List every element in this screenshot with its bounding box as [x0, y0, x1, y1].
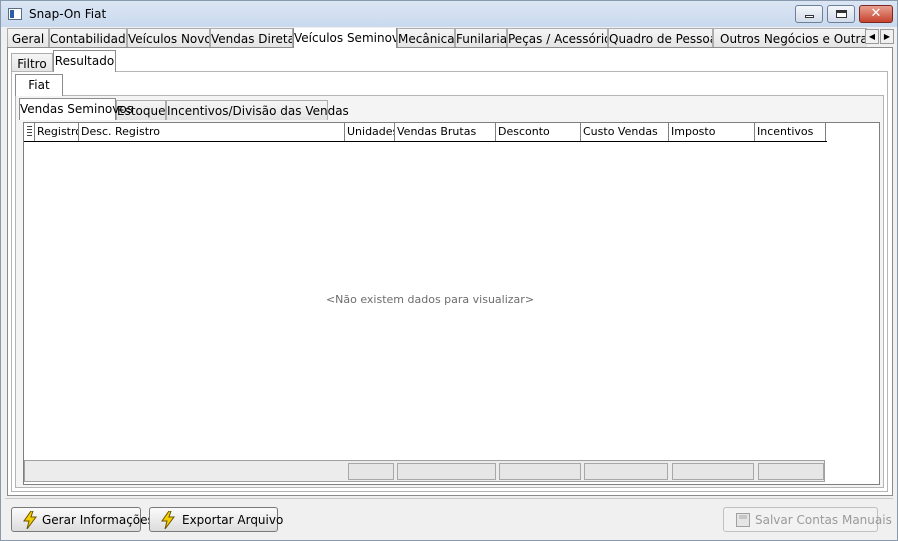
- column-header-imposto[interactable]: Imposto: [669, 123, 755, 141]
- tab-scroll-arrows: ◀ ▶: [865, 29, 895, 44]
- app-window: Snap-On Fiat ✕ Geral Contabilidade Veícu…: [0, 0, 898, 541]
- exportar-arquivo-label: Exportar Arquivo: [182, 513, 284, 527]
- column-header-incentivos[interactable]: Incentivos: [755, 123, 826, 141]
- column-header-custo-vendas[interactable]: Custo Vendas: [581, 123, 669, 141]
- tab-filtro[interactable]: Filtro: [11, 53, 53, 73]
- footer-cell-incentivos: [758, 463, 824, 480]
- maximize-button[interactable]: [827, 5, 855, 23]
- tab-pecas-acessorios[interactable]: Peças / Acessórios: [507, 28, 608, 48]
- save-disk-icon: [736, 513, 750, 527]
- tab-contabilidade[interactable]: Contabilidade: [49, 28, 127, 48]
- exportar-arquivo-button[interactable]: Exportar Arquivo: [149, 507, 283, 532]
- tab-funilaria[interactable]: Funilaria: [455, 28, 507, 48]
- grid-header: Registro Desc. Registro Unidades Vendas …: [24, 123, 827, 142]
- close-icon: ✕: [870, 6, 882, 21]
- tab-fiat[interactable]: Fiat: [15, 74, 63, 96]
- grid-summary-footer: [24, 460, 825, 482]
- tab-vendas-seminovos[interactable]: Vendas Seminovos: [19, 98, 133, 120]
- module-tab-strip: Geral Contabilidade Veículos Novos Venda…: [7, 28, 867, 48]
- gerar-informacoes-label: Gerar Informações: [42, 513, 154, 527]
- tab-quadro-de-pessoas[interactable]: Quadro de Pessoas: [608, 28, 713, 48]
- tab-veiculos-novos[interactable]: Veículos Novos: [127, 28, 210, 48]
- scroll-left-icon[interactable]: ◀: [865, 29, 879, 44]
- maximize-icon: [836, 10, 847, 18]
- close-button[interactable]: ✕: [859, 5, 893, 23]
- tab-geral[interactable]: Geral: [7, 28, 49, 48]
- tab-incentivos-divisao-vendas[interactable]: Incentivos/Divisão das Vendas: [166, 100, 349, 120]
- tab-resultado[interactable]: Resultado: [53, 50, 116, 72]
- column-header-desconto[interactable]: Desconto: [496, 123, 581, 141]
- lightning-bolt-icon: [23, 511, 37, 529]
- gerar-informacoes-button[interactable]: Gerar Informações: [11, 507, 154, 532]
- footer-cell-imposto: [672, 463, 754, 480]
- footer-cell-vendas-brutas: [397, 463, 496, 480]
- footer-cell-unidades: [348, 463, 394, 480]
- minimize-button[interactable]: [795, 5, 823, 23]
- empty-data-message: <Não existem dados para visualizar>: [325, 293, 535, 306]
- footer-cell-custo-vendas: [584, 463, 668, 480]
- scroll-right-icon[interactable]: ▶: [880, 29, 894, 44]
- results-grid[interactable]: Registro Desc. Registro Unidades Vendas …: [23, 122, 880, 485]
- tab-veiculos-seminovos[interactable]: Veículos Seminovos: [293, 28, 397, 48]
- footer-cell-desconto: [499, 463, 581, 480]
- tab-outros-negocios[interactable]: Outros Negócios e Outras Mar: [713, 28, 867, 48]
- column-header-vendas-brutas[interactable]: Vendas Brutas: [395, 123, 496, 141]
- minimize-icon: [805, 15, 814, 18]
- tab-vendas-diretas[interactable]: Vendas Diretas: [210, 28, 293, 48]
- lightning-bolt-icon: [161, 511, 175, 529]
- app-icon: [8, 8, 22, 20]
- title-bar: Snap-On Fiat ✕: [1, 1, 897, 27]
- row-indicator-icon[interactable]: [24, 123, 35, 141]
- column-header-registro[interactable]: Registro: [35, 123, 79, 141]
- divider: [5, 498, 893, 499]
- column-header-desc-registro[interactable]: Desc. Registro: [79, 123, 345, 141]
- salvar-contas-manuais-label: Salvar Contas Manuais: [755, 513, 892, 527]
- column-header-unidades[interactable]: Unidades: [345, 123, 395, 141]
- salvar-contas-manuais-button[interactable]: Salvar Contas Manuais: [723, 507, 892, 532]
- window-title: Snap-On Fiat: [29, 7, 107, 21]
- tab-mecanica[interactable]: Mecânica: [397, 28, 455, 48]
